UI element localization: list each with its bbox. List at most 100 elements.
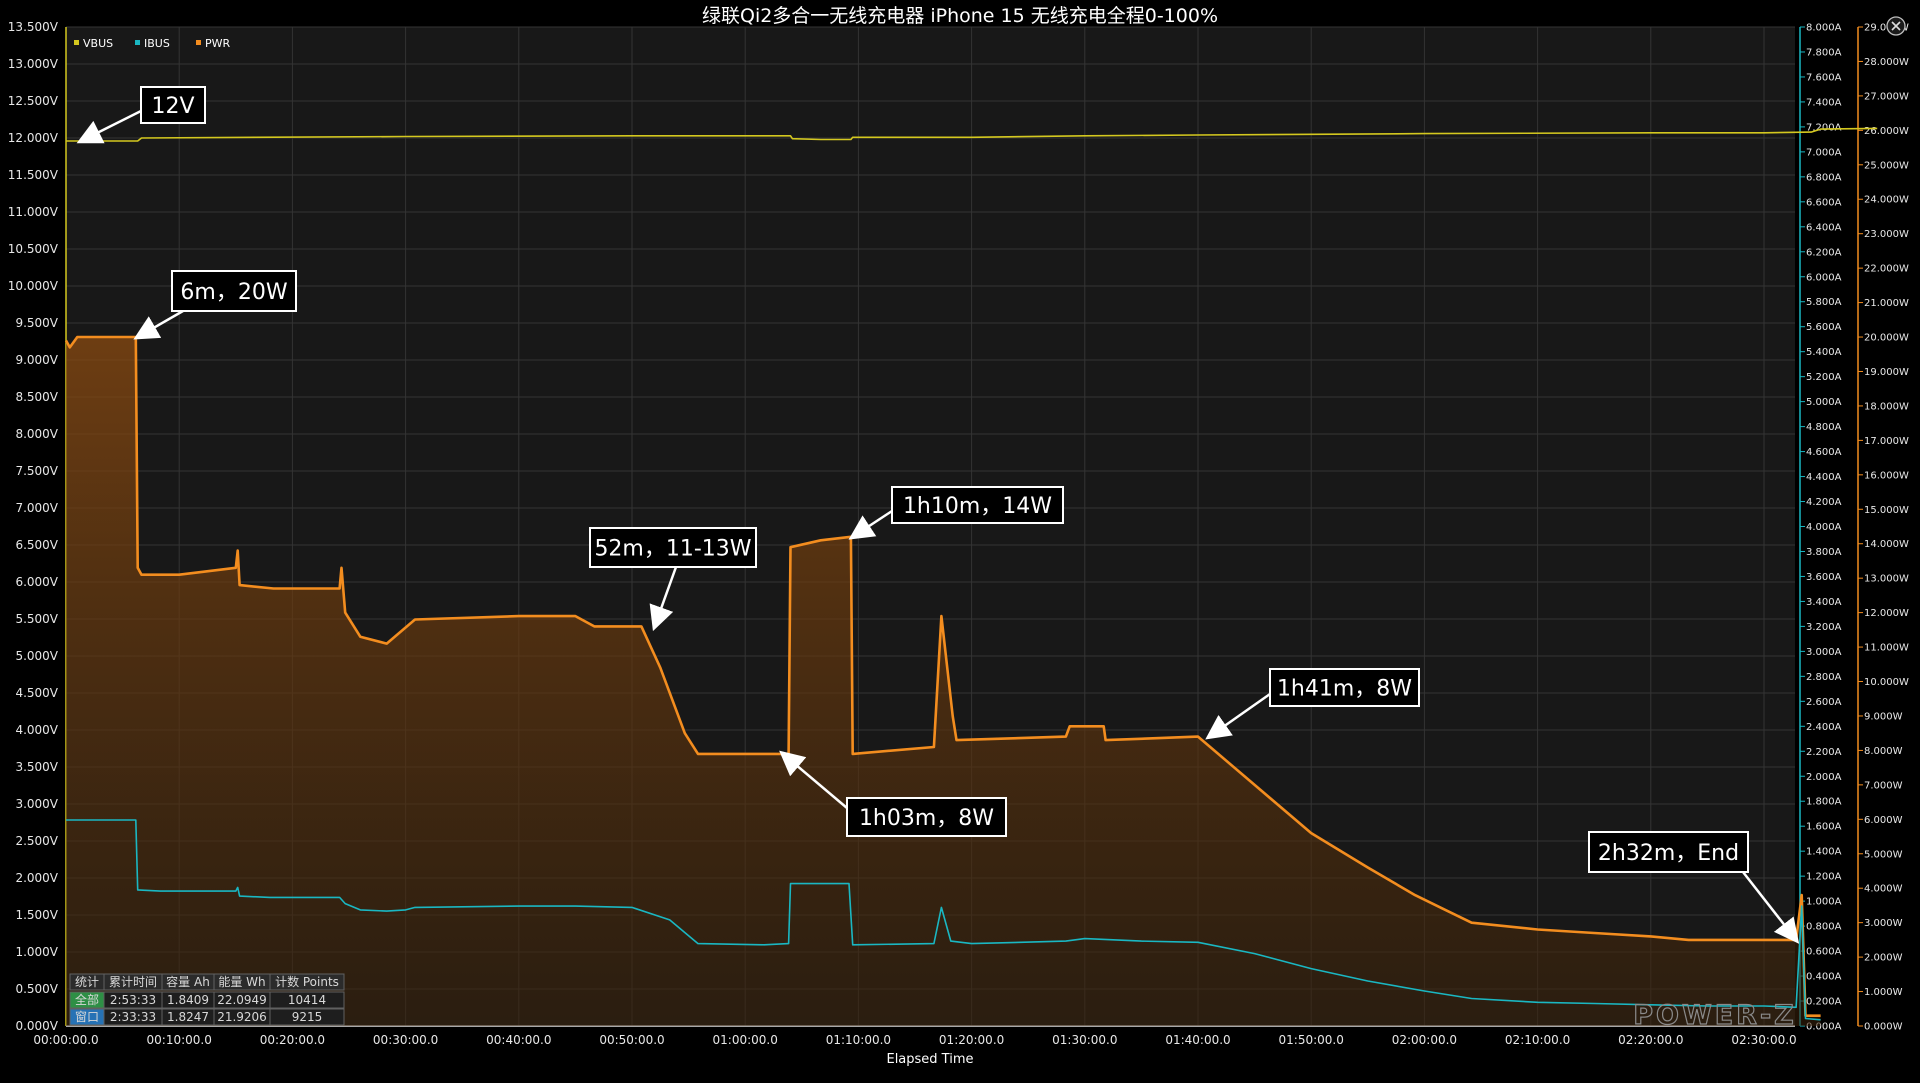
y-tick-label: 9.500V bbox=[15, 316, 58, 330]
y-tick-label: 20.000W bbox=[1864, 333, 1909, 344]
y-tick-label: 4.200A bbox=[1806, 497, 1842, 508]
y-tick-label: 2.500V bbox=[15, 834, 58, 848]
y-tick-label: 1.000W bbox=[1864, 987, 1903, 998]
y-tick-label: 7.400A bbox=[1806, 97, 1842, 108]
y-tick-label: 4.400A bbox=[1806, 472, 1842, 483]
y-tick-label: 1.000V bbox=[15, 945, 58, 959]
brand-logo: POWER-Z bbox=[1633, 1000, 1797, 1031]
y-tick-label: 22.000W bbox=[1864, 264, 1909, 275]
y-axis-voltage: 0.000V 0.500V 1.000V 1.500V 2.000V 2.500V 3.00… bbox=[8, 20, 67, 1033]
y-tick-label: 6.000A bbox=[1806, 272, 1842, 283]
y-tick-label: 2.200A bbox=[1806, 747, 1842, 758]
y-tick-label: 16.000W bbox=[1864, 470, 1909, 481]
x-tick-label: 00:20:00.0 bbox=[260, 1033, 325, 1047]
y-tick-label: 0.000W bbox=[1864, 1022, 1903, 1033]
y-tick-label: 4.000V bbox=[15, 723, 58, 737]
x-tick-label: 01:30:00.0 bbox=[1052, 1033, 1117, 1047]
y-tick-label: 10.000V bbox=[8, 279, 59, 293]
y-tick-label: 3.600A bbox=[1806, 572, 1842, 583]
y-tick-label: 3.800A bbox=[1806, 547, 1842, 558]
y-tick-label: 8.500V bbox=[15, 390, 58, 404]
y-tick-label: 2.800A bbox=[1806, 672, 1842, 683]
stats-cell-value: 2:33:33 bbox=[110, 1010, 156, 1024]
y-tick-label: 1.500V bbox=[15, 908, 58, 922]
y-tick-label: 2.400A bbox=[1806, 722, 1842, 733]
y-tick-label: 2.000V bbox=[15, 871, 58, 885]
annotation-label: 2h32m，End bbox=[1598, 841, 1739, 866]
y-tick-label: 6.400A bbox=[1806, 222, 1842, 233]
annotation-label: 52m，11-13W bbox=[594, 537, 751, 562]
y-tick-label: 13.000V bbox=[8, 57, 59, 71]
x-tick-label: 02:20:00.0 bbox=[1618, 1033, 1683, 1047]
y-tick-label: 5.000W bbox=[1864, 849, 1903, 860]
y-tick-label: 4.000W bbox=[1864, 884, 1903, 895]
y-tick-label: 21.000W bbox=[1864, 298, 1909, 309]
y-tick-label: 11.500V bbox=[8, 168, 59, 182]
stats-header-label: 能量 Wh bbox=[218, 975, 265, 989]
y-tick-label: 11.000V bbox=[8, 205, 59, 219]
y-tick-label: 3.000A bbox=[1806, 647, 1842, 658]
y-axis-power: 0.000W 1.000W 2.000W 3.000W 4.000W 5.000W 6.00… bbox=[1857, 23, 1909, 1033]
y-tick-label: 17.000W bbox=[1864, 436, 1909, 447]
y-tick-label: 12.000V bbox=[8, 131, 59, 145]
y-tick-label: 3.200A bbox=[1806, 622, 1842, 633]
y-tick-label: 4.000A bbox=[1806, 522, 1842, 533]
y-tick-label: 6.000W bbox=[1864, 815, 1903, 826]
y-tick-label: 1.000A bbox=[1806, 897, 1842, 908]
x-tick-label: 00:00:00.0 bbox=[33, 1033, 98, 1047]
y-tick-label: 6.800A bbox=[1806, 172, 1842, 183]
stats-cell-value: 2:53:33 bbox=[110, 993, 156, 1007]
x-tick-label: 02:30:00.0 bbox=[1731, 1033, 1796, 1047]
x-tick-label: 00:30:00.0 bbox=[373, 1033, 438, 1047]
legend-label: IBUS bbox=[144, 37, 170, 50]
y-axis-current: 0.000A0.200A0.400A0.600A0.800A1.000A1.20… bbox=[1799, 23, 1842, 1033]
y-tick-label: 4.500V bbox=[15, 686, 58, 700]
legend: VBUS IBUS PWR bbox=[74, 37, 231, 50]
stats-cell-value: 1.8247 bbox=[167, 1010, 209, 1024]
y-tick-label: 24.000W bbox=[1864, 195, 1909, 206]
y-tick-label: 2.000A bbox=[1806, 772, 1842, 783]
annotation-label: 1h03m，8W bbox=[859, 806, 994, 831]
annotation-label: 1h10m，14W bbox=[903, 494, 1052, 519]
y-tick-label: 0.200A bbox=[1806, 997, 1842, 1008]
stats-cell-value: 全部 bbox=[75, 992, 99, 1007]
y-tick-label: 28.000W bbox=[1864, 57, 1909, 68]
x-tick-label: 02:00:00.0 bbox=[1392, 1033, 1457, 1047]
x-tick-label: 00:10:00.0 bbox=[147, 1033, 212, 1047]
y-tick-label: 4.800A bbox=[1806, 422, 1842, 433]
stats-header-label: 统计 bbox=[75, 975, 99, 989]
legend-label: PWR bbox=[205, 37, 231, 50]
y-tick-label: 6.600A bbox=[1806, 197, 1842, 208]
y-tick-label: 6.000V bbox=[15, 575, 58, 589]
y-tick-label: 2.000W bbox=[1864, 953, 1903, 964]
x-tick-label: 01:20:00.0 bbox=[939, 1033, 1004, 1047]
stats-header-label: 累计时间 bbox=[109, 975, 157, 989]
close-icon[interactable] bbox=[1886, 16, 1906, 36]
annotation-label: 1h41m，8W bbox=[1277, 677, 1412, 702]
y-tick-label: 6.500V bbox=[15, 538, 58, 552]
y-tick-label: 7.000W bbox=[1864, 780, 1903, 791]
y-tick-label: 5.600A bbox=[1806, 322, 1842, 333]
y-tick-label: 8.000V bbox=[15, 427, 58, 441]
y-tick-label: 23.000W bbox=[1864, 229, 1909, 240]
y-tick-label: 7.800A bbox=[1806, 47, 1842, 58]
y-tick-label: 25.000W bbox=[1864, 160, 1909, 171]
y-tick-label: 2.600A bbox=[1806, 697, 1842, 708]
y-tick-label: 5.400A bbox=[1806, 347, 1842, 358]
y-tick-label: 3.400A bbox=[1806, 597, 1842, 608]
y-tick-label: 3.500V bbox=[15, 760, 58, 774]
legend-label: VBUS bbox=[83, 37, 113, 50]
stats-cell-value: 1.8409 bbox=[167, 993, 209, 1007]
y-tick-label: 7.000V bbox=[15, 501, 58, 515]
x-axis: 00:00:00.0 00:10:00.0 00:20:00.0 00:30:00.0… bbox=[33, 1025, 1797, 1047]
legend-swatch bbox=[196, 40, 201, 45]
y-tick-label: 12.000W bbox=[1864, 608, 1909, 619]
x-tick-label: 01:40:00.0 bbox=[1165, 1033, 1230, 1047]
y-tick-label: 5.200A bbox=[1806, 372, 1842, 383]
y-tick-label: 10.000W bbox=[1864, 677, 1909, 688]
x-tick-label: 01:00:00.0 bbox=[713, 1033, 778, 1047]
x-tick-label: 01:10:00.0 bbox=[826, 1033, 891, 1047]
x-axis-label: Elapsed Time bbox=[886, 1052, 973, 1067]
y-tick-label: 12.500V bbox=[8, 94, 59, 108]
y-tick-label: 1.600A bbox=[1806, 822, 1842, 833]
